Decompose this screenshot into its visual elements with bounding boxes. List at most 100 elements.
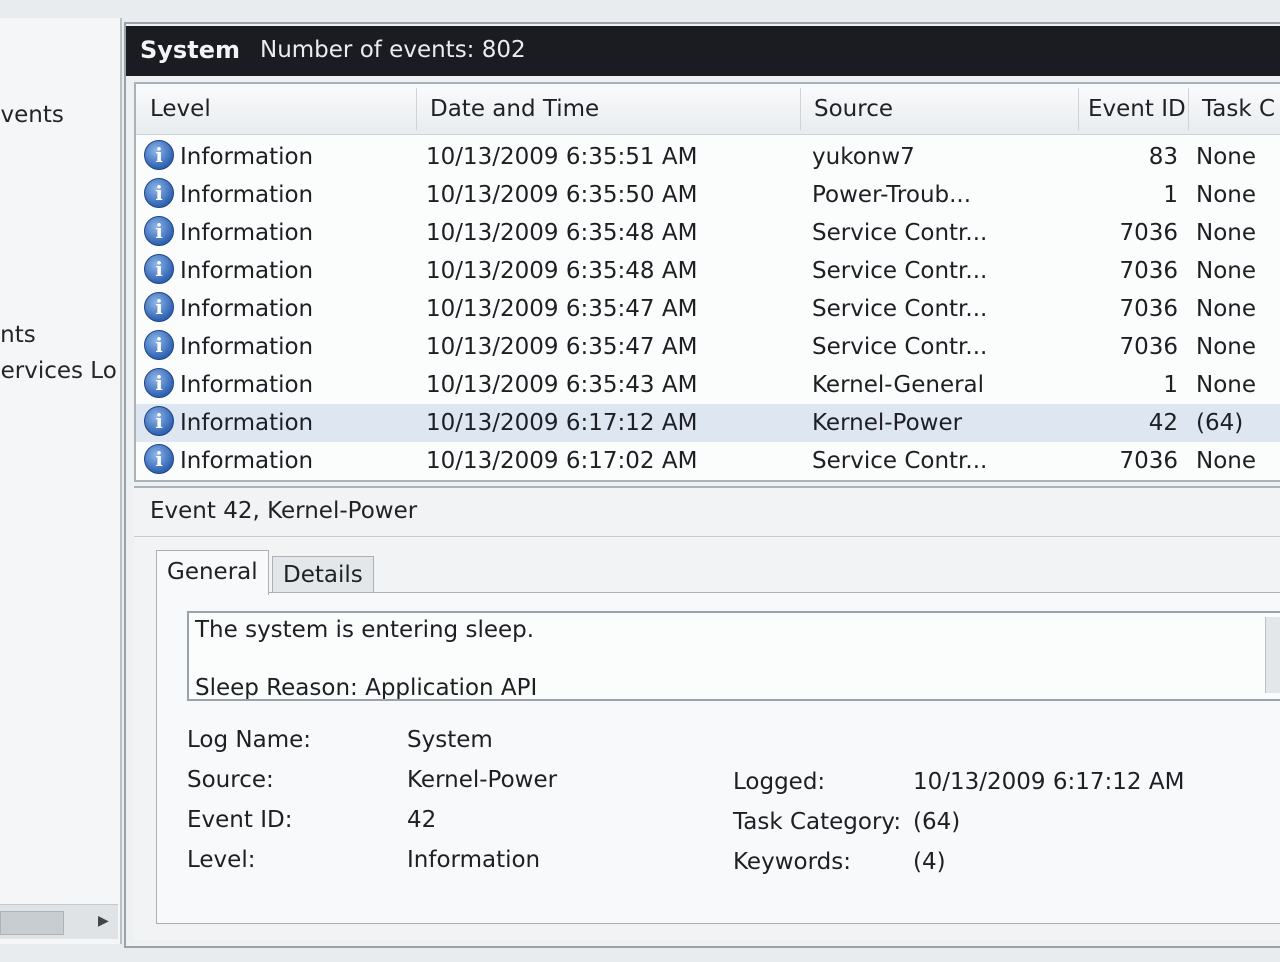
cell-source: Power-Troub... [812,182,972,208]
nav-item-events[interactable]: Events [0,102,64,128]
events-table: Level Date and Time Source Event ID Task… [134,82,1280,482]
cell-event-id: 1 [1163,182,1178,208]
table-header: Level Date and Time Source Event ID Task… [136,84,1280,135]
cell-source: Service Contr... [812,334,988,360]
information-icon: i [144,216,174,246]
general-tab-content: The system is entering sleep. Sleep Reas… [156,592,1280,924]
cell-date-time: 10/13/2009 6:35:50 AM [426,182,698,208]
scrollbar-thumb[interactable] [0,911,64,935]
table-row[interactable]: i Information 10/13/2009 6:35:48 AM Serv… [136,252,1280,290]
cell-level: Information [180,448,314,474]
cell-task-category: None [1196,144,1257,170]
log-header-bar: System Number of events: 802 [126,26,1280,76]
cell-event-id: 7036 [1119,448,1178,474]
cell-event-id: 83 [1148,144,1178,170]
cell-date-time: 10/13/2009 6:35:43 AM [426,372,698,398]
nav-item-applications-and-services[interactable]: ents [0,322,36,348]
cell-source: Kernel-General [812,372,985,398]
cell-event-id: 7036 [1119,220,1178,246]
cell-task-category: None [1196,296,1257,322]
scroll-right-arrow-icon[interactable]: ▶ [98,913,109,929]
table-row[interactable]: i Information 10/13/2009 6:35:47 AM Serv… [136,328,1280,366]
task-category-label: Task Category: [733,809,902,835]
cell-date-time: 10/13/2009 6:35:47 AM [426,296,698,322]
column-header-level[interactable]: Level [150,96,211,122]
keywords-value: (4) [913,849,946,875]
event-id-value: 42 [407,807,437,833]
table-row[interactable]: i Information 10/13/2009 6:35:48 AM Serv… [136,214,1280,252]
table-row[interactable]: i Information 10/13/2009 6:17:02 AM Serv… [136,442,1280,480]
table-row[interactable]: i Information 10/13/2009 6:35:51 AM yuko… [136,138,1280,176]
tab-details[interactable]: Details [272,556,374,594]
column-divider[interactable] [1188,88,1189,130]
cell-task-category: None [1196,258,1257,284]
cell-source: Service Contr... [812,220,988,246]
cell-source: Kernel-Power [812,410,963,436]
column-divider[interactable] [1078,88,1079,130]
cell-date-time: 10/13/2009 6:35:48 AM [426,220,698,246]
information-icon: i [144,140,174,170]
cell-level: Information [180,410,314,436]
cell-task-category: None [1196,334,1257,360]
cell-date-time: 10/13/2009 6:17:12 AM [426,410,698,436]
keywords-label: Keywords: [733,849,851,875]
column-divider[interactable] [800,88,801,130]
table-row[interactable]: i Information 10/13/2009 6:35:43 AM Kern… [136,366,1280,404]
cell-task-category: (64) [1196,410,1244,436]
cell-task-category: None [1196,372,1257,398]
table-row[interactable]: i Information 10/13/2009 6:35:47 AM Serv… [136,290,1280,328]
information-icon: i [144,444,174,474]
log-view-pane: System Number of events: 802 Level Date … [124,22,1280,948]
column-header-date-and-time[interactable]: Date and Time [430,96,599,122]
cell-level: Information [180,182,314,208]
event-id-label: Event ID: [187,807,293,833]
cell-source: Service Contr... [812,258,988,284]
information-icon: i [144,178,174,208]
logged-label: Logged: [733,769,826,795]
table-row-selected[interactable]: i Information 10/13/2009 6:17:12 AM Kern… [136,404,1280,442]
log-name-value: System [407,727,493,753]
level-label: Level: [187,847,256,873]
cell-event-id: 7036 [1119,296,1178,322]
cell-task-category: None [1196,220,1257,246]
cell-level: Information [180,296,314,322]
cell-date-time: 10/13/2009 6:35:48 AM [426,258,698,284]
level-value: Information [407,847,541,873]
tab-general[interactable]: General [156,550,269,595]
nav-item-services-logs[interactable]: Services Lo [0,358,117,384]
cell-task-category: None [1196,448,1257,474]
divider [134,536,1280,537]
cell-event-id: 7036 [1119,258,1178,284]
navigation-pane: Events ents Services Lo [0,18,122,944]
event-count: Number of events: 802 [260,37,526,63]
information-icon: i [144,368,174,398]
table-row[interactable]: i Information 10/13/2009 6:35:50 AM Powe… [136,176,1280,214]
message-vertical-scrollbar[interactable] [1265,617,1280,693]
information-icon: i [144,254,174,284]
log-title: System [140,36,240,64]
column-divider[interactable] [416,88,417,130]
cell-date-time: 10/13/2009 6:17:02 AM [426,448,698,474]
column-header-source[interactable]: Source [814,96,893,122]
cell-level: Information [180,372,314,398]
cell-event-id: 1 [1163,372,1178,398]
cell-level: Information [180,220,314,246]
cell-task-category: None [1196,182,1257,208]
navigation-horizontal-scrollbar[interactable]: ▶ [0,904,118,939]
cell-level: Information [180,258,314,284]
event-detail-pane: Event 42, Kernel-Power General Details T… [134,486,1280,940]
cell-event-id: 42 [1148,410,1178,436]
event-message-box[interactable]: The system is entering sleep. Sleep Reas… [187,611,1280,701]
source-label: Source: [187,767,274,793]
log-name-label: Log Name: [187,727,311,753]
cell-source: Service Contr... [812,296,988,322]
information-icon: i [144,330,174,360]
event-message-line: Sleep Reason: Application API [195,675,538,701]
information-icon: i [144,292,174,322]
cell-source: yukonw7 [812,144,915,170]
column-header-task-category[interactable]: Task C [1202,96,1275,122]
event-detail-title: Event 42, Kernel-Power [150,498,418,524]
cell-event-id: 7036 [1119,334,1178,360]
column-header-event-id[interactable]: Event ID [1088,96,1186,122]
information-icon: i [144,406,174,436]
